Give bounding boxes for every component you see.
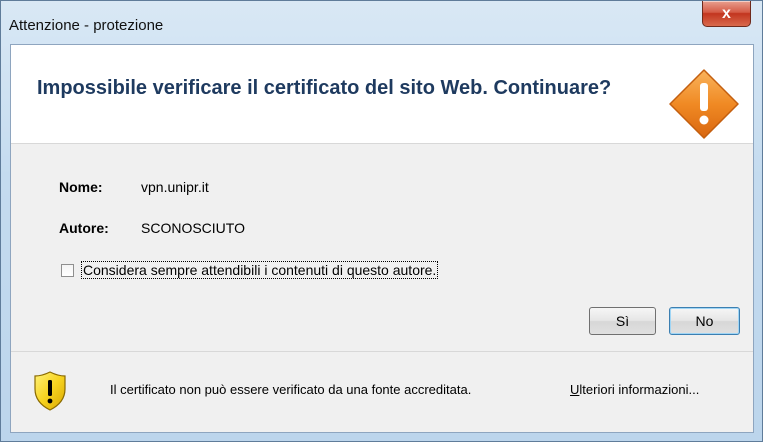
no-button[interactable]: No: [669, 307, 740, 335]
author-row: Autore: SCONOSCIUTO: [59, 220, 245, 236]
more-info-accesskey: U: [570, 382, 580, 397]
dialog-content: Impossibile verificare il certificato de…: [10, 44, 754, 433]
trust-author-label[interactable]: Considera sempre attendibili i contenuti…: [81, 261, 439, 279]
trust-author-option[interactable]: Considera sempre attendibili i contenuti…: [61, 261, 439, 279]
dialog-footer: Il certificato non può essere verificato…: [11, 351, 753, 432]
yes-button[interactable]: Sì: [589, 307, 656, 335]
trust-author-checkbox[interactable]: [61, 263, 74, 277]
more-info-link[interactable]: Ulteriori informazioni...: [570, 382, 699, 397]
dialog-heading: Impossibile verificare il certificato de…: [37, 77, 612, 99]
footer-message: Il certificato non può essere verificato…: [110, 382, 472, 397]
name-label: Nome:: [59, 179, 103, 195]
window-title: Attenzione - protezione: [9, 16, 164, 34]
name-value: vpn.unipr.it: [141, 179, 209, 195]
warning-shield-icon: [34, 371, 66, 411]
dialog-window: Attenzione - protezione x Impossibile ve…: [0, 0, 763, 442]
dialog-header: Impossibile verificare il certificato de…: [11, 45, 753, 144]
author-label: Autore:: [59, 220, 109, 236]
close-icon: x: [722, 4, 731, 22]
name-row: Nome: vpn.unipr.it: [59, 179, 209, 195]
close-button[interactable]: x: [702, 1, 751, 27]
author-value: SCONOSCIUTO: [141, 220, 245, 236]
warning-diamond-icon: [669, 69, 739, 139]
more-info-text: lteriori informazioni...: [579, 382, 700, 397]
